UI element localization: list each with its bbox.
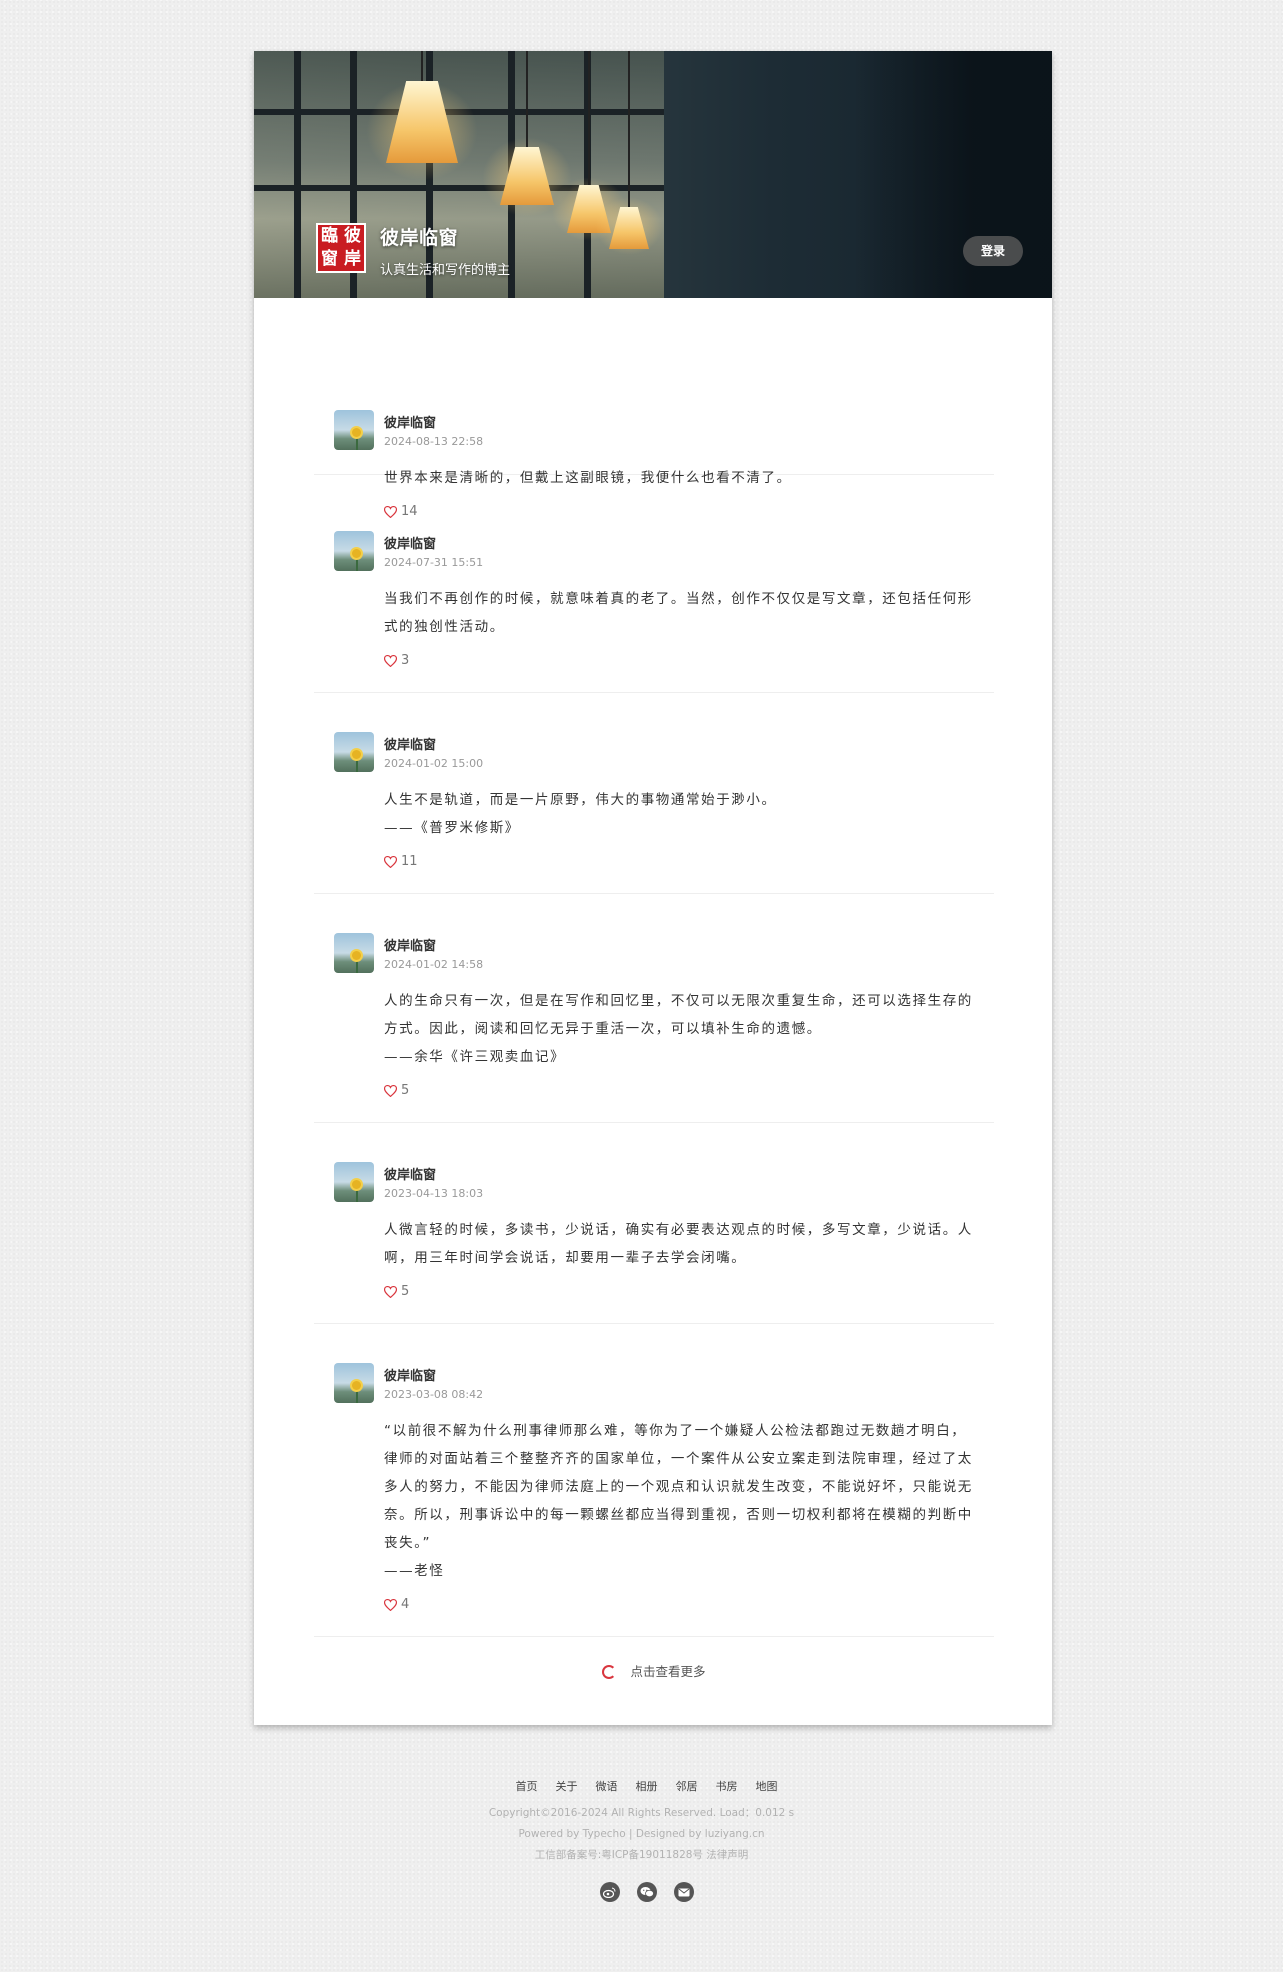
header-banner: 臨 彼 窗 岸 彼岸临窗 认真生活和写作的博主 登录 [254,51,1052,298]
post-date: 2024-07-31 15:51 [384,556,484,569]
logo-char: 臨 [321,226,338,246]
post-item: 彼岸临窗 2023-03-08 08:42 “以前很不解为什么刑事律师那么难，等… [314,1323,994,1637]
post-date: 2024-01-02 15:00 [384,757,484,770]
post-author[interactable]: 彼岸临窗 [384,412,436,431]
post-text-line: 当我们不再创作的时候，就意味着真的老了。当然，创作不仅仅是写文章，还包括任何形式… [384,591,973,635]
lamp-illustration [482,51,572,217]
post-text-line: ——《普罗米修斯》 [384,820,520,836]
site-description: 认真生活和写作的博主 [380,263,511,278]
like-count: 5 [401,1083,410,1098]
login-button[interactable]: 登录 [963,236,1023,266]
footer-link[interactable]: 书房 [716,1778,738,1794]
post-content: 人生不是轨道，而是一片原野，伟大的事物通常始于渺小。 ——《普罗米修斯》 [384,786,976,842]
post-author[interactable]: 彼岸临窗 [384,935,436,954]
author-avatar[interactable] [334,933,374,973]
post-content: 当我们不再创作的时候，就意味着真的老了。当然，创作不仅仅是写文章，还包括任何形式… [384,585,976,641]
post-author[interactable]: 彼岸临窗 [384,1164,436,1183]
site-logo[interactable]: 臨 彼 窗 岸 [316,223,366,273]
heart-icon [384,1598,397,1611]
email-icon[interactable] [673,1882,694,1902]
icp-text[interactable]: 工信部备案号:粤ICP备19011828号 法律声明 [0,1845,1283,1866]
post-content: 人的生命只有一次，但是在写作和回忆里，不仅可以无限次重复生命，还可以选择生存的方… [384,987,976,1071]
like-button[interactable]: 5 [384,1083,409,1098]
like-button[interactable]: 11 [384,854,418,869]
post-content: 世界本来是清晰的，但戴上这副眼镜，我便什么也看不清了。 [384,464,976,492]
copyright-text: Copyright©2016-2024 All Rights Reserved.… [488,1807,795,1819]
post-item: 彼岸临窗 2024-01-02 15:00 人生不是轨道，而是一片原野，伟大的事… [314,692,994,894]
post-feed: 彼岸临窗 2024-08-13 22:58 世界本来是清晰的，但戴上这副眼镜，我… [314,298,994,519]
logo-char: 岸 [344,249,361,269]
weibo-icon[interactable] [599,1882,620,1902]
post-content: “以前很不解为什么刑事律师那么难，等你为了一个嫌疑人公检法都跑过无数趟才明白，律… [384,1417,976,1585]
loading-spinner-icon [602,1665,617,1679]
post-text-line: “以前很不解为什么刑事律师那么难，等你为了一个嫌疑人公检法都跑过无数趟才明白，律… [384,1423,973,1551]
footer-link[interactable]: 地图 [756,1778,778,1794]
heart-icon [384,1285,397,1298]
post-author[interactable]: 彼岸临窗 [384,533,436,552]
author-avatar[interactable] [334,1363,374,1403]
footer-link[interactable]: 首页 [516,1778,538,1794]
post-date: 2023-04-13 18:03 [384,1187,484,1200]
author-avatar[interactable] [334,410,374,450]
post-text-line: 世界本来是清晰的，但戴上这副眼镜，我便什么也看不清了。 [384,470,792,486]
post-text-line: 人微言轻的时候，多读书，少说话，确实有必要表达观点的时候，多写文章，少说话。人啊… [384,1222,973,1266]
like-count: 11 [401,854,418,869]
like-button[interactable]: 3 [384,653,409,668]
like-count: 5 [401,1284,410,1299]
site-footer: 首页 关于 微语 相册 邻居 书房 地图 Copyright©2016-2024… [0,1778,1283,1902]
post-item: 彼岸临窗 2024-01-02 14:58 人的生命只有一次，但是在写作和回忆里… [314,893,994,1123]
footer-link[interactable]: 关于 [556,1778,578,1794]
post-content: 人微言轻的时候，多读书，少说话，确实有必要表达观点的时候，多写文章，少说话。人啊… [384,1216,976,1272]
logo-char: 彼 [344,226,361,246]
heart-icon [384,855,397,868]
author-avatar[interactable] [334,732,374,772]
wechat-icon[interactable] [636,1882,657,1902]
post-item: 彼岸临窗 2023-04-13 18:03 人微言轻的时候，多读书，少说话，确实… [314,1122,994,1324]
footer-link[interactable]: 微语 [596,1778,618,1794]
footer-nav: 首页 关于 微语 相册 邻居 书房 地图 [10,1778,1283,1794]
author-avatar[interactable] [334,1162,374,1202]
like-count: 3 [401,653,410,668]
post-author[interactable]: 彼岸临窗 [384,1365,436,1384]
post-text-line: 人生不是轨道，而是一片原野，伟大的事物通常始于渺小。 [384,792,777,808]
footer-link[interactable]: 邻居 [676,1778,698,1794]
site-title[interactable]: 彼岸临窗 [380,223,458,250]
post-text-line: ——老怪 [384,1563,445,1579]
post-author[interactable]: 彼岸临窗 [384,734,436,753]
post-date: 2024-08-13 22:58 [384,435,484,448]
load-more-label: 点击查看更多 [630,1664,706,1679]
load-more-button[interactable]: 点击查看更多 [314,1661,994,1680]
post-date: 2024-01-02 14:58 [384,958,484,971]
lamp-illustration [366,51,478,181]
post-item: 彼岸临窗 2024-07-31 15:51 当我们不再创作的时候，就意味着真的老… [314,491,994,693]
like-count: 4 [401,1597,410,1612]
post-text-line: 人的生命只有一次，但是在写作和回忆里，不仅可以无限次重复生命，还可以选择生存的方… [384,993,973,1037]
footer-link[interactable]: 相册 [636,1778,658,1794]
author-avatar[interactable] [334,531,374,571]
post-text-line: ——余华《许三观卖血记》 [384,1049,566,1065]
post-item: 彼岸临窗 2024-08-13 22:58 世界本来是清晰的，但戴上这副眼镜，我… [314,298,994,519]
window-frame [294,51,301,298]
banner-shadow [854,51,1052,298]
like-button[interactable]: 5 [384,1284,409,1299]
heart-icon [384,1084,397,1097]
logo-char: 窗 [321,249,338,269]
post-date: 2023-03-08 08:42 [384,1388,484,1401]
powered-by-text: Powered by Typecho | Designed by luziyan… [518,1828,765,1840]
lamp-illustration [595,51,663,255]
like-button[interactable]: 4 [384,1597,409,1612]
heart-icon [384,654,397,667]
social-links [10,1882,1283,1902]
